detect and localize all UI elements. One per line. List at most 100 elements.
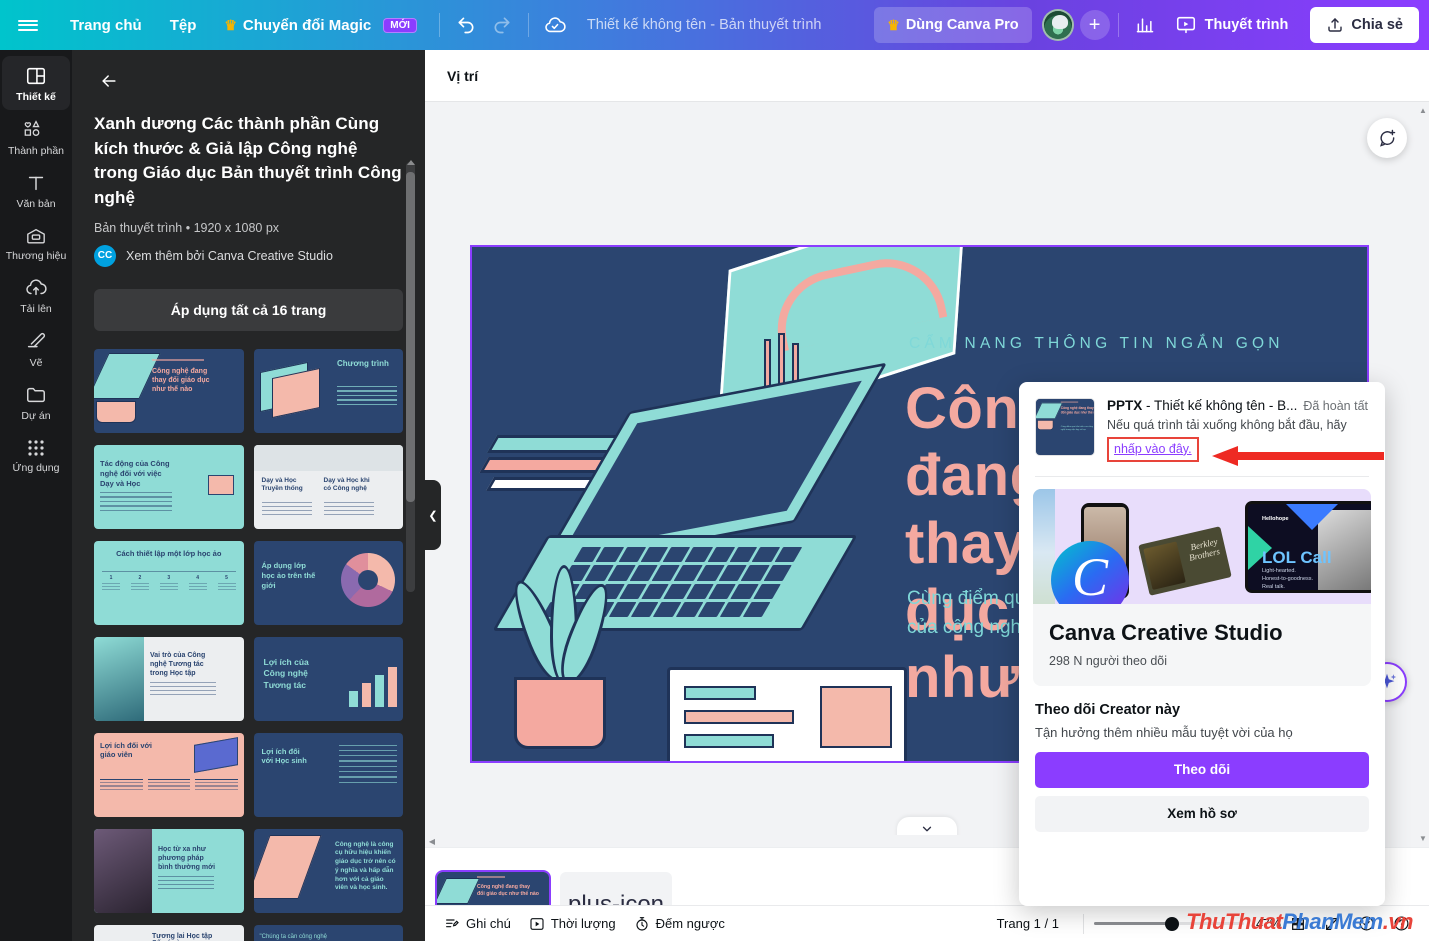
illustration-monitor [667, 667, 907, 761]
check-status-button[interactable] [1349, 911, 1384, 936]
template-thumbnail[interactable]: Lợi ích của Công nghệ Tương tác [253, 636, 403, 721]
template-thumbnail[interactable]: Tương lai Học tập Số có gì [94, 924, 244, 941]
scroll-up-arrow-icon[interactable]: ▲ [1419, 106, 1427, 115]
cloud-saved-icon[interactable] [537, 7, 573, 43]
download-file-name: - Thiết kế không tên - B... [1142, 398, 1298, 413]
view-profile-button[interactable]: Xem hồ sơ [1035, 795, 1369, 832]
download-file-type: PPTX [1107, 398, 1143, 413]
divider [438, 13, 440, 37]
grid-view-button[interactable] [1281, 912, 1315, 936]
present-button[interactable]: Thuyết trình [1163, 7, 1301, 43]
follow-section: Theo dõi Creator này Tận hưởng thêm nhiề… [1019, 686, 1385, 832]
zoom-percent-label: 47% [1255, 916, 1281, 931]
folder-icon [27, 387, 45, 403]
template-thumbnail[interactable]: Dạy và Học Truyền thống Dạy và Học khi c… [253, 444, 403, 529]
template-thumbnail[interactable]: Vai trò của Công nghệ Tương tác trong Họ… [94, 636, 244, 721]
promo-card-title: Berkley Brothers [1188, 536, 1221, 563]
layout-icon [26, 67, 46, 85]
download-here-link[interactable]: nhấp vào đây. [1114, 442, 1192, 456]
divider [1035, 475, 1369, 477]
arrow-left-icon[interactable] [94, 66, 124, 96]
template-author[interactable]: CC Xem thêm bởi Canva Creative Studio [94, 244, 403, 267]
fullscreen-button[interactable] [1315, 912, 1349, 936]
add-collaborator-button[interactable]: + [1079, 10, 1110, 40]
download-row: Công nghệ đang thay đổi giáo dục như thế… [1019, 382, 1385, 474]
template-thumbnail[interactable]: Lợi ích đối với Học sinh [253, 732, 403, 817]
left-rail: Thiết kế Thành phần Văn bản Thương hiệu … [0, 50, 72, 941]
zoom-slider[interactable] [1093, 916, 1244, 932]
canva-pro-button[interactable]: ♛ Dùng Canva Pro [874, 7, 1032, 43]
download-filename-row: PPTX - Thiết kế không tên - B... Đã hoàn … [1107, 398, 1369, 413]
creator-badge: CC [94, 244, 116, 267]
sidebar-item-uploads[interactable]: Tải lên [2, 268, 70, 322]
sidebar-item-design[interactable]: Thiết kế [2, 56, 70, 110]
template-thumbnail[interactable]: Lợi ích đối với giáo viên [94, 732, 244, 817]
scroll-down-arrow-icon[interactable]: ▼ [1419, 834, 1427, 843]
apps-grid-icon [28, 439, 44, 456]
hamburger-menu-icon[interactable] [0, 0, 56, 50]
zoom-slider-knob[interactable] [1164, 916, 1179, 931]
sidebar-item-elements-label: Thành phần [7, 144, 65, 157]
template-thumbnail[interactable]: Áp dụng lớp học ảo trên thế giới [253, 540, 403, 625]
template-thumbnail[interactable]: Công nghệ là công cụ hữu hiệu khiến giáo… [253, 828, 403, 913]
page-indicator[interactable]: Trang 1 / 1 [997, 916, 1059, 931]
avatar[interactable] [1041, 9, 1074, 41]
sidebar-item-apps[interactable]: Ứng dụng [2, 429, 70, 481]
sidebar-item-text-label: Văn bản [16, 198, 56, 210]
countdown-button[interactable]: Đếm ngược [625, 912, 734, 936]
download-status: Đã hoàn tất [1303, 399, 1368, 413]
template-thumbnail[interactable]: Chương trình [253, 348, 403, 433]
panel-collapse-handle[interactable]: ❮ [425, 480, 441, 550]
download-info: PPTX - Thiết kế không tên - B... Đã hoàn … [1107, 398, 1369, 462]
panel-scrollbar[interactable] [406, 160, 415, 592]
promo-tablet-title: LOL Call [1262, 547, 1332, 567]
canvas-vertical-scrollbar[interactable]: ▲ ▼ [1417, 102, 1429, 847]
sidebar-item-projects[interactable]: Dự án [2, 375, 70, 429]
scroll-left-arrow-icon[interactable]: ◀ [425, 837, 439, 846]
panel-back-row [72, 50, 425, 102]
follow-description: Tận hưởng thêm nhiều mẫu tuyệt vời của h… [1035, 724, 1293, 740]
template-thumbnail[interactable]: Công nghệ đang thay đổi giáo dục như thế… [94, 348, 244, 433]
download-hint: Nếu quá trình tải xuống không bắt đầu, h… [1107, 418, 1347, 432]
template-thumbnail[interactable]: Học từ xa như phương pháp bình thường mớ… [94, 828, 244, 913]
slide-kicker: CẨM NANG THÔNG TIN NGẮN GỌN [909, 335, 1284, 352]
creator-link-label: Xem thêm bởi Canva Creative Studio [126, 248, 333, 263]
creator-promo-image: Berkley Brothers Hellohope LOL Call Light… [1033, 488, 1371, 604]
notes-button[interactable]: Ghi chú [435, 912, 520, 936]
magic-switch-button[interactable]: ♛ Chuyển đổi Magic MỚI [210, 8, 431, 42]
share-button[interactable]: Chia sẻ [1310, 7, 1419, 43]
pen-icon [27, 332, 46, 347]
sidebar-item-brand-label: Thương hiệu [5, 249, 67, 262]
document-title[interactable]: Thiết kế không tên - Bản thuyết trình [587, 17, 822, 33]
follow-button[interactable]: Theo dõi [1035, 751, 1369, 788]
sidebar-item-draw[interactable]: Vẽ [2, 322, 70, 376]
promo-tablet: Hellohope LOL Call Light-hearted. Honest-… [1245, 500, 1371, 593]
promo-tablet-sub: Light-hearted. Honest-to-goodness. Real ta… [1262, 567, 1314, 590]
divider [527, 13, 529, 37]
duration-label: Thời lượng [550, 916, 616, 931]
sidebar-item-brand[interactable]: Thương hiệu [2, 217, 70, 269]
template-thumbnail[interactable]: Tác động của Công nghệ đối với việc Dạy … [94, 444, 244, 529]
share-upload-icon [1328, 18, 1343, 32]
duration-button[interactable]: Thời lượng [520, 912, 625, 936]
magic-switch-label: Chuyển đổi Magic [242, 16, 372, 34]
help-button[interactable] [1384, 911, 1419, 936]
sidebar-item-elements[interactable]: Thành phần [2, 110, 70, 164]
scroll-up-arrow-icon[interactable] [407, 160, 415, 165]
template-thumbnail[interactable]: "Chúng ta cần công nghệ trong mọi lớp họ… [253, 924, 403, 941]
bar-chart-icon[interactable] [1127, 7, 1163, 43]
redo-icon[interactable] [484, 7, 520, 43]
present-icon [1176, 16, 1195, 34]
add-comment-icon [1380, 129, 1396, 147]
apply-all-pages-button[interactable]: Áp dụng tất cả 16 trang [94, 288, 403, 331]
download-popup: Công nghệ đang thay đổi giáo dục như thế… [1019, 382, 1385, 906]
sidebar-item-text[interactable]: Văn bản [2, 163, 70, 217]
chevron-down-icon [922, 826, 932, 832]
undo-icon[interactable] [448, 7, 484, 43]
position-button[interactable]: Vị trí [447, 68, 478, 84]
download-thumbnail-art: Công nghệ đang thay đổi giáo dục như thế… [1036, 399, 1094, 455]
nav-file[interactable]: Tệp [156, 8, 211, 42]
nav-home[interactable]: Trang chủ [56, 8, 156, 42]
template-thumbnail[interactable]: Cách thiết lập một lớp học ảo 12345 [94, 540, 244, 625]
add-comment-button[interactable] [1367, 118, 1407, 158]
